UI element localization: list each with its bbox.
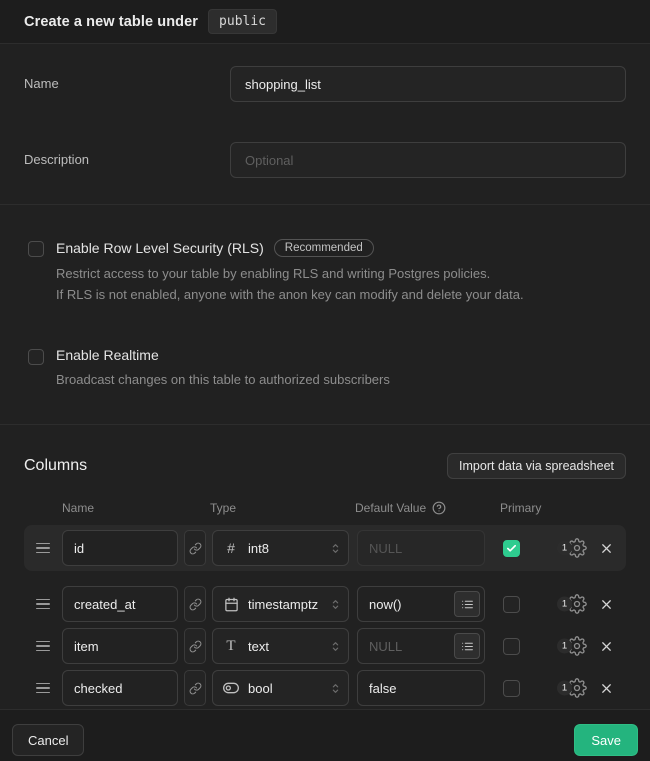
table-info-section: Name Description: [0, 44, 650, 205]
foreign-key-link-button[interactable]: [184, 670, 206, 706]
drag-handle-icon[interactable]: [36, 543, 50, 554]
remove-column-button[interactable]: [599, 541, 614, 556]
recommended-badge: Recommended: [274, 239, 374, 257]
column-default-wrap: [357, 530, 485, 566]
column-settings-button[interactable]: 1: [559, 538, 587, 558]
primary-checkbox[interactable]: [503, 680, 520, 697]
column-type-select[interactable]: # int8: [212, 530, 349, 566]
text-icon: T: [223, 638, 239, 655]
table-name-input[interactable]: [230, 66, 626, 102]
import-spreadsheet-button[interactable]: Import data via spreadsheet: [447, 453, 626, 479]
chevron-updown-icon: [329, 598, 342, 611]
calendar-icon: [223, 597, 239, 612]
description-label: Description: [24, 142, 230, 167]
columns-grid-headers: Name Type Default Value Primary: [24, 501, 626, 515]
column-type-label: text: [248, 639, 320, 654]
column-type-label: timestamptz: [248, 597, 320, 612]
dialog-title: Create a new table under: [24, 14, 198, 30]
foreign-key-link-button[interactable]: [184, 586, 206, 622]
realtime-checkbox[interactable]: [28, 349, 44, 365]
header-name: Name: [62, 501, 210, 515]
primary-checkbox[interactable]: [503, 540, 520, 557]
description-field-row: Description: [24, 142, 626, 178]
drag-handle-icon[interactable]: [36, 599, 50, 610]
settings-count-badge: 1: [557, 639, 572, 654]
chevron-updown-icon: [329, 640, 342, 653]
column-default-input[interactable]: [357, 530, 485, 566]
rls-label: Enable Row Level Security (RLS): [56, 240, 264, 256]
cancel-button[interactable]: Cancel: [12, 724, 84, 756]
chevron-updown-icon: [329, 542, 342, 555]
settings-count-badge: 1: [557, 597, 572, 612]
default-suggestions-button[interactable]: [454, 591, 480, 617]
column-name-input[interactable]: [62, 586, 178, 622]
create-table-dialog: Create a new table under public Name Des…: [0, 0, 650, 761]
column-type-select[interactable]: T text: [212, 628, 349, 664]
column-name-input[interactable]: [62, 628, 178, 664]
column-row: T text 1: [24, 625, 626, 667]
dialog-header: Create a new table under public: [0, 0, 650, 44]
rls-block: Enable Row Level Security (RLS) Recommen…: [24, 239, 626, 305]
column-type-label: bool: [248, 681, 320, 696]
rls-description: Restrict access to your table by enablin…: [56, 263, 524, 305]
name-label: Name: [24, 66, 230, 91]
columns-section: Columns Import data via spreadsheet Name…: [0, 425, 650, 709]
column-row: # int8 1: [24, 525, 626, 571]
options-section: Enable Row Level Security (RLS) Recommen…: [0, 205, 650, 425]
column-row: timestamptz 1: [24, 583, 626, 625]
rls-checkbox[interactable]: [28, 241, 44, 257]
toggle-icon: [223, 680, 239, 696]
column-name-input[interactable]: [62, 530, 178, 566]
foreign-key-link-button[interactable]: [184, 530, 206, 566]
settings-count-badge: 1: [557, 541, 572, 556]
table-description-input[interactable]: [230, 142, 626, 178]
realtime-block: Enable Realtime Broadcast changes on thi…: [24, 347, 626, 390]
drag-handle-icon[interactable]: [36, 683, 50, 694]
chevron-updown-icon: [329, 682, 342, 695]
settings-count-badge: 1: [557, 681, 572, 696]
header-type: Type: [210, 501, 355, 515]
column-default-wrap: [357, 628, 485, 664]
column-default-wrap: [357, 670, 485, 706]
remove-column-button[interactable]: [599, 681, 614, 696]
column-type-select[interactable]: bool: [212, 670, 349, 706]
column-rows: # int8 1: [24, 525, 626, 709]
header-default-value: Default Value: [355, 501, 500, 515]
save-button[interactable]: Save: [574, 724, 638, 756]
primary-checkbox[interactable]: [503, 638, 520, 655]
column-name-input[interactable]: [62, 670, 178, 706]
column-settings-button[interactable]: 1: [559, 636, 587, 656]
column-type-label: int8: [248, 541, 320, 556]
default-suggestions-button[interactable]: [454, 633, 480, 659]
realtime-description: Broadcast changes on this table to autho…: [56, 369, 390, 390]
columns-heading: Columns: [24, 457, 87, 475]
remove-column-button[interactable]: [599, 597, 614, 612]
column-default-wrap: [357, 586, 485, 622]
column-settings-button[interactable]: 1: [559, 678, 587, 698]
column-default-input[interactable]: [357, 670, 485, 706]
column-row: bool 1: [24, 667, 626, 709]
help-circle-icon[interactable]: [432, 501, 446, 515]
drag-handle-icon[interactable]: [36, 641, 50, 652]
foreign-key-link-button[interactable]: [184, 628, 206, 664]
realtime-label: Enable Realtime: [56, 347, 159, 363]
hash-icon: #: [223, 540, 239, 556]
dialog-footer: Cancel Save: [0, 709, 650, 761]
schema-badge: public: [208, 9, 277, 34]
column-type-select[interactable]: timestamptz: [212, 586, 349, 622]
header-primary: Primary: [500, 501, 541, 515]
column-settings-button[interactable]: 1: [559, 594, 587, 614]
remove-column-button[interactable]: [599, 639, 614, 654]
primary-checkbox[interactable]: [503, 596, 520, 613]
name-field-row: Name: [24, 66, 626, 102]
